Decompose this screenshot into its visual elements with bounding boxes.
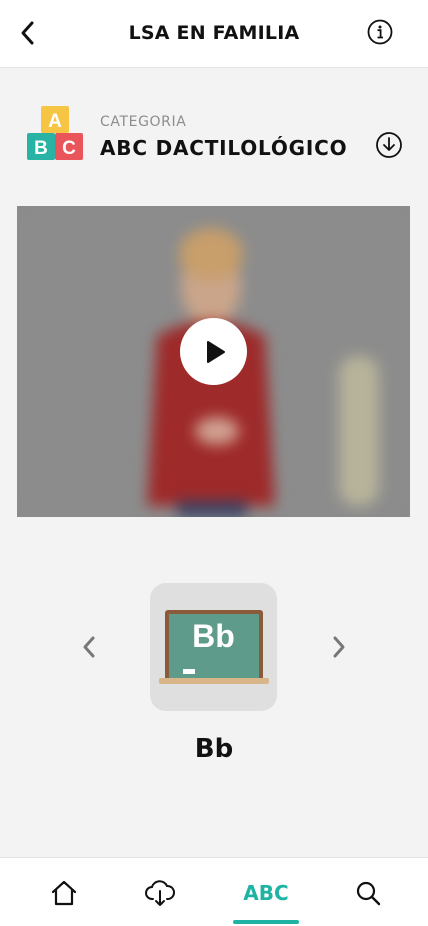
play-icon <box>206 340 225 363</box>
nav-abc-label: ABC <box>243 880 289 905</box>
chalkboard-text: Bb <box>192 618 235 654</box>
info-icon <box>367 19 393 45</box>
previous-letter-button[interactable] <box>74 632 104 662</box>
letter-label: Bb <box>194 734 234 764</box>
play-button[interactable] <box>180 318 247 385</box>
active-tab-indicator <box>233 920 299 924</box>
app-header: LSA EN FAMILIA <box>0 0 428 68</box>
chalkboard-icon: Bb <box>158 606 269 688</box>
abc-blocks-icon: A B C <box>27 106 83 160</box>
download-circle-icon <box>376 132 402 158</box>
nav-home[interactable] <box>31 858 97 926</box>
page-title: LSA EN FAMILIA <box>128 22 300 44</box>
letter-card[interactable]: Bb <box>150 583 277 711</box>
category-label: CATEGORIA <box>100 114 187 130</box>
category-section: A B C CATEGORIA ABC DACTILOLÓGICO <box>0 98 428 168</box>
nav-search[interactable] <box>335 858 401 926</box>
next-letter-button[interactable] <box>324 632 354 662</box>
block-letter-b: B <box>34 138 48 159</box>
block-letter-a: A <box>48 111 62 132</box>
cloud-download-icon <box>145 879 175 906</box>
chevron-left-icon <box>83 636 95 658</box>
nav-abc[interactable]: ABC <box>233 858 299 926</box>
block-letter-c: C <box>62 138 76 159</box>
info-button[interactable] <box>366 18 394 46</box>
category-name: ABC DACTILOLÓGICO <box>100 136 348 160</box>
nav-downloads[interactable] <box>127 858 193 926</box>
chevron-right-icon <box>333 636 345 658</box>
download-button[interactable] <box>374 130 404 160</box>
video-player[interactable] <box>17 206 410 517</box>
home-icon <box>51 880 77 905</box>
bottom-nav: ABC <box>0 857 428 926</box>
search-icon <box>356 881 381 905</box>
